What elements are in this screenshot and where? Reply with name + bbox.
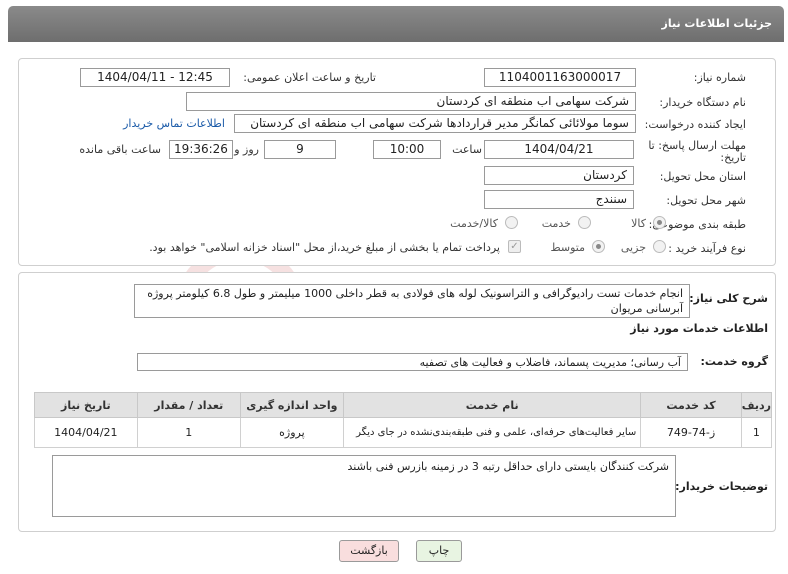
services-section-title: اطلاعات خدمات مورد نیاز (630, 322, 768, 335)
remaining-time-field: 19:36:26 (169, 140, 233, 159)
province-label: استان محل تحویل: (659, 170, 746, 183)
services-table-wrap: ردیف کد خدمت نام خدمت واحد اندازه گیری ت… (34, 392, 773, 448)
cell-need-date: 1404/04/21 (34, 417, 138, 448)
col-header-unit: واحد اندازه گیری (239, 392, 344, 418)
process-option-medium: متوسط (550, 241, 585, 254)
col-header-service-code: کد خدمت (640, 392, 742, 418)
cell-unit: پروژه (239, 417, 344, 448)
announce-field: 1404/04/11 - 12:45 (80, 68, 230, 87)
print-button[interactable]: چاپ (416, 540, 462, 562)
process-label: نوع فرآیند خرید : (668, 242, 746, 255)
summary-label: شرح کلی نیاز: (689, 292, 768, 305)
category-option-goods-service: کالا/خدمت (450, 217, 498, 230)
category-radio-service[interactable] (578, 216, 591, 229)
city-field: سنندج (484, 190, 634, 209)
cell-quantity: 1 (136, 417, 241, 448)
days-label: روز و (234, 143, 259, 156)
category-option-service: خدمت (541, 217, 571, 230)
page-title: جزئیات اطلاعات نیاز (661, 17, 773, 30)
buyer-notes-label: توضیحات خریدار: (675, 480, 768, 493)
announce-label: تاریخ و ساعت اعلان عمومی: (243, 71, 376, 84)
requester-field: سوما مولائائی کمانگر مدیر قراردادها شرکت… (234, 114, 636, 133)
service-group-label: گروه خدمت: (700, 355, 768, 368)
service-group-field: آب رسانی؛ مدیریت پسماند، فاضلاب و فعالیت… (137, 353, 688, 371)
cell-row-number: 1 (740, 417, 773, 448)
summary-field: انجام خدمات تست رادیوگرافی و التراسونیک … (134, 284, 690, 318)
need-number-field: 1104001163000017 (484, 68, 636, 87)
city-label: شهر محل تحویل: (666, 194, 746, 207)
process-radio-minor[interactable] (653, 240, 666, 253)
deadline-label-line2: تاریخ: (720, 151, 746, 164)
col-header-need-date: تاریخ نیاز (34, 392, 138, 418)
days-field: 9 (264, 140, 336, 159)
category-radio-goods[interactable] (653, 216, 666, 229)
need-number-label: شماره نیاز: (693, 71, 746, 84)
payment-checkbox[interactable]: ✓ (508, 240, 521, 253)
services-table: ردیف کد خدمت نام خدمت واحد اندازه گیری ت… (34, 392, 773, 448)
info-panel (18, 58, 776, 266)
cell-service-code: ز-74-749 (640, 417, 742, 448)
buyer-org-label: نام دستگاه خریدار: (659, 96, 746, 109)
process-radio-medium[interactable] (592, 240, 605, 253)
contact-info-link[interactable]: اطلاعات تماس خریدار (123, 117, 225, 130)
category-radio-goods-service[interactable] (505, 216, 518, 229)
table-row: 1 ز-74-749 سایر فعالیت‌های حرفه‌ای، علمی… (34, 417, 773, 448)
province-field: کردستان (484, 166, 634, 185)
category-option-goods: کالا (631, 217, 646, 230)
time-label: ساعت (452, 143, 482, 156)
buyer-notes-field: شرکت کنندگان بایستی دارای حداقل رتبه 3 د… (52, 455, 676, 517)
col-header-service-name: نام خدمت (342, 392, 642, 418)
process-option-minor: جزیی (620, 241, 646, 254)
buyer-org-field: شرکت سهامی اب منطقه ای کردستان (186, 92, 636, 111)
deadline-time-field: 10:00 (373, 140, 441, 159)
col-header-quantity: تعداد / مقدار (136, 392, 241, 418)
col-header-row-number: ردیف (740, 392, 773, 418)
table-header-row: ردیف کد خدمت نام خدمت واحد اندازه گیری ت… (34, 392, 773, 418)
cell-service-name: سایر فعالیت‌های حرفه‌ای، علمی و فنی طبقه… (342, 417, 642, 448)
requester-label: ایجاد کننده درخواست: (644, 118, 746, 131)
payment-note: پرداخت تمام یا بخشی از مبلغ خرید،از محل … (149, 241, 500, 254)
remaining-label: ساعت باقی مانده (79, 143, 161, 156)
deadline-date-field: 1404/04/21 (484, 140, 634, 159)
back-button[interactable]: بازگشت (339, 540, 399, 562)
